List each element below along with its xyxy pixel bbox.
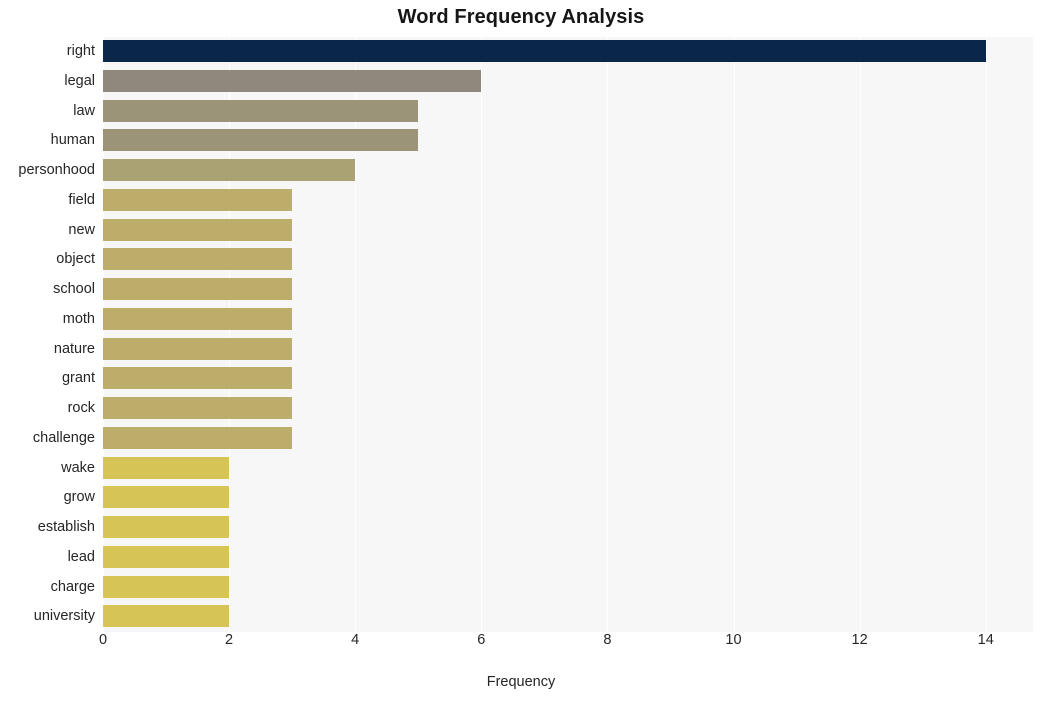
x-tick-label-2: 2 [225, 632, 234, 648]
x-tick-label-12: 12 [851, 632, 868, 648]
y-tick-label-moth: moth [62, 310, 95, 327]
bar-row [103, 275, 1033, 304]
bar-law[interactable] [103, 99, 419, 122]
bar-personhood[interactable] [103, 159, 356, 182]
y-tick-label-grant: grant [61, 370, 95, 387]
bar-nature[interactable] [103, 337, 293, 360]
plot-area [103, 37, 1033, 632]
bar-rock[interactable] [103, 397, 293, 420]
bar-row [103, 394, 1033, 423]
y-tick-label-human: human [50, 132, 95, 149]
bar-right[interactable] [103, 40, 986, 63]
y-tick-label-university: university [33, 608, 95, 625]
bar-row [103, 216, 1033, 245]
x-axis-tick-labels: 0 2 4 6 8 10 12 14 [99, 632, 1033, 658]
y-tick-label-rock: rock [67, 400, 95, 416]
bar-moth[interactable] [103, 307, 293, 330]
bar-row [103, 186, 1033, 215]
bar-row [103, 364, 1033, 393]
bar-establish[interactable] [103, 516, 230, 539]
y-axis-tick-labels: right legal law human personhood field new obje… [0, 37, 95, 632]
bar-field[interactable] [103, 188, 293, 211]
x-tick-label-14: 14 [977, 632, 994, 648]
bar-row [103, 97, 1033, 126]
bar-row [103, 335, 1033, 364]
y-tick-label-personhood: personhood [18, 162, 95, 178]
y-tick-label-right: right [66, 43, 95, 59]
bar-charge[interactable] [103, 575, 230, 598]
bar-school[interactable] [103, 278, 293, 301]
bar-human[interactable] [103, 129, 419, 152]
bar-row [103, 513, 1033, 542]
bar-challenge[interactable] [103, 426, 293, 449]
y-tick-label-object: object [56, 251, 95, 268]
bar-new[interactable] [103, 218, 293, 241]
bars-layer [103, 37, 1033, 632]
chart-title: Word Frequency Analysis [397, 6, 645, 28]
y-tick-label-new: new [68, 221, 95, 238]
x-tick-label-0: 0 [98, 632, 108, 648]
bar-row [103, 305, 1033, 334]
bar-wake[interactable] [103, 456, 230, 479]
x-tick-label-4: 4 [351, 632, 360, 648]
y-tick-label-establish: establish [37, 519, 95, 535]
word-frequency-chart: Word Frequency Analysis right legal law hum… [0, 0, 1042, 701]
bar-lead[interactable] [103, 545, 230, 568]
x-tick-label-6: 6 [477, 632, 486, 648]
y-tick-label-wake: wake [61, 459, 95, 476]
x-tick-label-8: 8 [603, 632, 612, 648]
bar-row [103, 67, 1033, 96]
y-tick-label-lead: lead [67, 548, 95, 565]
bar-row [103, 126, 1033, 155]
bar-row [103, 245, 1033, 274]
bar-row [103, 37, 1033, 66]
bar-row [103, 483, 1033, 512]
y-tick-label-legal: legal [64, 72, 95, 89]
y-tick-label-nature: nature [53, 340, 95, 357]
bar-grant[interactable] [103, 367, 293, 390]
y-tick-label-field: field [68, 191, 95, 208]
bar-object[interactable] [103, 248, 293, 271]
bar-row [103, 424, 1033, 453]
x-axis-title: Frequency [486, 674, 556, 690]
y-tick-label-charge: charge [50, 578, 95, 595]
bar-row [103, 543, 1033, 572]
bar-university[interactable] [103, 605, 230, 628]
bar-grow[interactable] [103, 486, 230, 509]
y-tick-label-school: school [53, 281, 95, 297]
x-tick-label-10: 10 [725, 632, 742, 648]
bar-legal[interactable] [103, 69, 482, 92]
y-tick-label-grow: grow [63, 489, 95, 506]
y-tick-label-challenge: challenge [32, 429, 95, 446]
bar-row [103, 602, 1033, 631]
bar-row [103, 454, 1033, 483]
bar-row [103, 573, 1033, 602]
y-tick-label-law: law [73, 102, 95, 119]
bar-row [103, 156, 1033, 185]
